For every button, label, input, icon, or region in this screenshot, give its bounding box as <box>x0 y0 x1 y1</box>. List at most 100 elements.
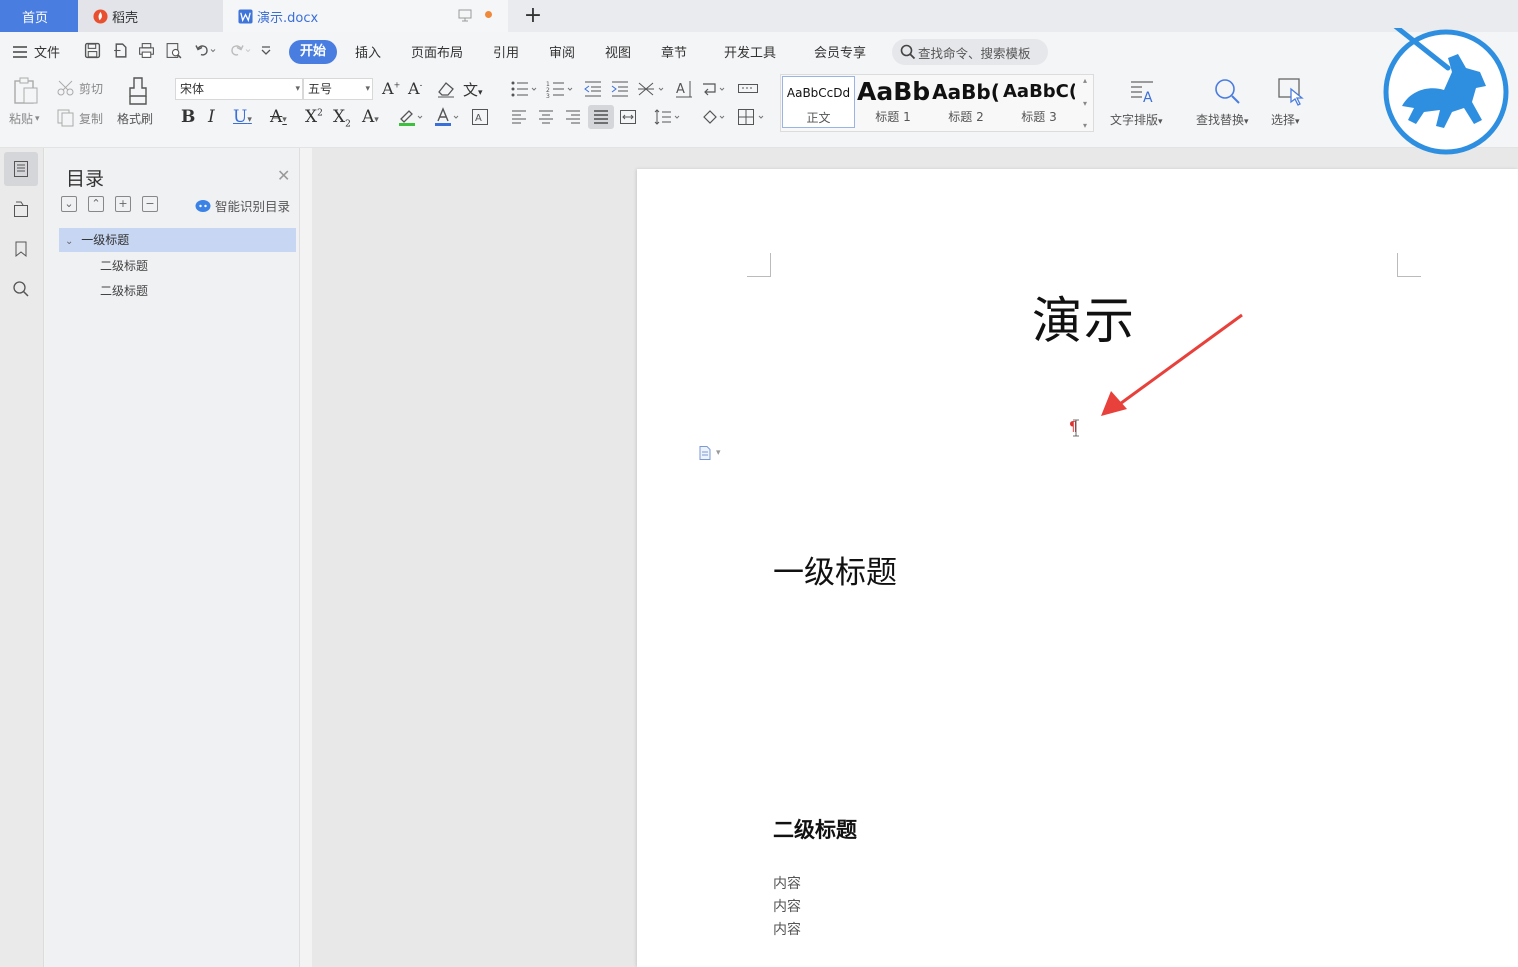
underline-icon[interactable]: U▾ <box>233 107 252 127</box>
find-replace-label: 查找替换 <box>1196 113 1245 127</box>
subscript-icon[interactable]: X2 <box>333 107 351 129</box>
style-normal[interactable]: AaBbCcDd 正文 <box>782 76 855 128</box>
character-border-icon[interactable]: A <box>471 108 489 126</box>
text-effect-icon[interactable]: A▾ <box>362 107 379 127</box>
format-painter-icon[interactable] <box>125 76 151 106</box>
expand-all-icon[interactable]: ⌃ <box>88 196 104 212</box>
tab-page-layout[interactable]: 页面布局 <box>411 42 463 61</box>
styles-expand-icon[interactable]: ▾ <box>1083 121 1087 130</box>
align-left-icon[interactable] <box>510 108 528 126</box>
tab-home[interactable]: 首页 <box>0 0 78 32</box>
style-heading-3[interactable]: AaBbC( 标题 3 <box>1003 76 1075 128</box>
paste-icon[interactable] <box>12 76 40 106</box>
find-button[interactable] <box>4 272 38 306</box>
paste-button[interactable]: 粘贴 ▾ <box>9 110 40 127</box>
italic-icon[interactable]: I <box>208 107 215 127</box>
save-icon[interactable] <box>84 42 101 59</box>
increase-indent-icon[interactable] <box>610 80 630 98</box>
print-preview-icon[interactable] <box>165 42 182 59</box>
phonetic-guide-icon[interactable]: 文▾ <box>463 79 483 100</box>
style-heading-2[interactable]: AaBb( 标题 2 <box>931 76 1001 128</box>
collapse-all-icon[interactable]: ⌄ <box>61 196 77 212</box>
command-search-box[interactable]: 查找命令、搜索模板 <box>892 39 1048 65</box>
font-size-select[interactable]: 五号 ▾ <box>303 78 373 100</box>
highlight-icon[interactable] <box>398 107 424 127</box>
undo-icon[interactable] <box>194 42 216 59</box>
toc-panel-button[interactable] <box>4 152 38 186</box>
format-painter-label[interactable]: 格式刷 <box>117 110 153 127</box>
tab-insert[interactable]: 插入 <box>355 42 381 61</box>
line-spacing-icon[interactable] <box>654 108 682 126</box>
text-layout-icon[interactable]: A <box>1128 78 1156 106</box>
cut-button[interactable]: 剪切 <box>56 79 103 97</box>
find-replace-button[interactable]: 查找替换▾ <box>1196 111 1249 128</box>
text-layout-button[interactable]: 文字排版▾ <box>1110 111 1163 128</box>
redo-icon[interactable] <box>229 42 251 59</box>
toc-item-level1[interactable]: ⌄ 一级标题 <box>59 228 296 252</box>
borders-icon[interactable] <box>737 108 767 126</box>
align-right-icon[interactable] <box>564 108 582 126</box>
document-paragraph[interactable]: 内容 <box>773 919 801 939</box>
toc-item-level2[interactable]: 二级标题 <box>100 257 148 274</box>
tab-member[interactable]: 会员专享 <box>814 42 866 61</box>
font-family-select[interactable]: 宋体 ▾ <box>175 78 303 100</box>
document-heading-1[interactable]: 一级标题 <box>773 547 897 592</box>
toc-item-level2[interactable]: 二级标题 <box>100 282 148 299</box>
add-heading-icon[interactable]: + <box>115 196 131 212</box>
chevron-down-icon[interactable]: ▾ <box>1083 99 1087 108</box>
tab-references[interactable]: 引用 <box>493 42 519 61</box>
tab-stops-icon[interactable] <box>737 80 759 98</box>
chevron-down-icon[interactable]: ⌄ <box>65 236 73 247</box>
document-paragraph[interactable]: 内容 <box>773 896 801 916</box>
select-icon[interactable] <box>1276 76 1306 106</box>
shrink-font-icon[interactable]: A- <box>408 79 422 98</box>
text-direction-icon[interactable]: A <box>674 79 694 99</box>
tab-review[interactable]: 审阅 <box>549 42 575 61</box>
decrease-indent-icon[interactable] <box>583 80 603 98</box>
document-heading-2[interactable]: 二级标题 <box>773 814 857 844</box>
find-replace-icon[interactable] <box>1212 76 1242 106</box>
line-break-icon[interactable] <box>701 80 729 98</box>
export-pdf-icon[interactable] <box>112 42 129 59</box>
file-menu[interactable]: 文件 <box>12 42 60 61</box>
chapter-nav-button[interactable] <box>4 192 38 226</box>
tab-chapter[interactable]: 章节 <box>661 42 687 61</box>
styles-scroll[interactable]: ▴ ▾ ▾ <box>1078 76 1092 130</box>
document-page[interactable]: 演示 ¶ ▾ 一级标题 二级标题 内容 内容 内容 <box>637 169 1518 967</box>
bullet-list-icon[interactable] <box>510 80 538 98</box>
select-button[interactable]: 选择▾ <box>1271 111 1300 128</box>
smart-toc-label: 智能识别目录 <box>215 199 291 214</box>
bookmark-button[interactable] <box>4 232 38 266</box>
grow-font-icon[interactable]: A+ <box>382 79 400 98</box>
left-nav-strip <box>0 148 44 967</box>
align-center-icon[interactable] <box>537 108 555 126</box>
customize-toolbar-icon[interactable] <box>260 44 272 56</box>
copy-button[interactable]: 复制 <box>56 109 103 127</box>
tab-docer[interactable]: 稻壳 <box>78 0 223 32</box>
tab-dev-tools[interactable]: 开发工具 <box>724 42 776 61</box>
strikethrough-icon[interactable]: A▾ <box>270 107 287 127</box>
clear-format-icon[interactable] <box>436 80 456 98</box>
font-color-icon[interactable] <box>434 107 460 127</box>
style-heading-1[interactable]: AaBb 标题 1 <box>857 76 929 128</box>
new-tab-button[interactable]: + <box>520 2 546 28</box>
shading-icon[interactable] <box>701 108 729 126</box>
text-layout-label: 文字排版 <box>1110 113 1159 127</box>
close-icon[interactable]: ✕ <box>277 166 290 185</box>
chevron-up-icon[interactable]: ▴ <box>1083 76 1087 85</box>
monitor-icon[interactable] <box>458 9 472 23</box>
print-icon[interactable] <box>138 42 155 59</box>
distributed-align-icon[interactable] <box>618 108 638 126</box>
paragraph-layout-icon[interactable]: ▾ <box>697 445 721 461</box>
tab-document[interactable]: 演示.docx <box>223 0 508 32</box>
remove-heading-icon[interactable]: − <box>142 196 158 212</box>
numbered-list-icon[interactable]: 123 <box>546 80 574 98</box>
tab-view[interactable]: 视图 <box>605 42 631 61</box>
superscript-icon[interactable]: X2 <box>305 107 323 127</box>
bold-icon[interactable]: B <box>181 107 195 127</box>
smart-toc-button[interactable]: 智能识别目录 <box>195 196 290 215</box>
document-paragraph[interactable]: 内容 <box>773 873 801 893</box>
chinese-layout-icon[interactable] <box>637 80 665 98</box>
tab-start[interactable]: 开始 <box>289 40 337 64</box>
justify-icon[interactable] <box>588 105 614 129</box>
